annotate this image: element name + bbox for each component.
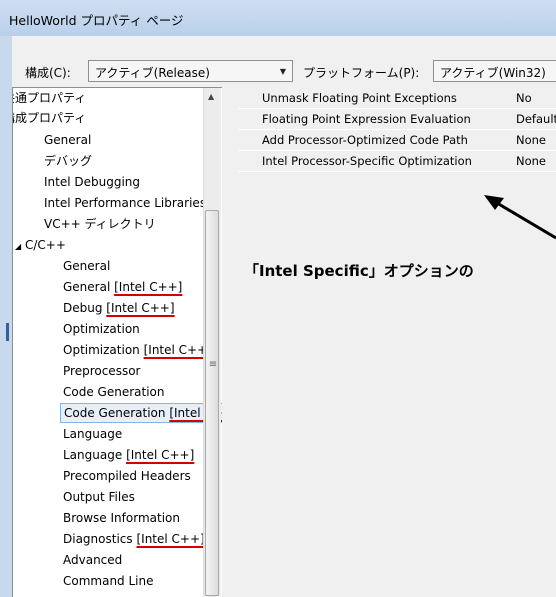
title-bar: HelloWorld プロパティ ページ	[0, 0, 556, 36]
window-title: HelloWorld プロパティ ページ	[9, 13, 184, 28]
grip-icon: ≡	[208, 359, 218, 370]
expander-icon[interactable]: ◢	[15, 242, 21, 251]
tree-item-advanced[interactable]: Advanced	[63, 550, 122, 570]
tree-item-intel-debugging[interactable]: Intel Debugging	[44, 172, 140, 192]
scrollbar-thumb[interactable]: ≡	[205, 210, 219, 596]
annotation-arrow	[484, 195, 556, 240]
tree-item-optimization-intel[interactable]: Optimization [Intel C++]	[63, 340, 212, 360]
tree-item-common-props[interactable]: 共通プロパティ	[13, 88, 86, 108]
config-value: アクティブ(Release)	[95, 66, 210, 80]
property-row[interactable]: Floating Point Expression Evaluation Def…	[238, 108, 556, 130]
property-value[interactable]: None	[516, 154, 546, 168]
tree-item-output-files[interactable]: Output Files	[63, 487, 135, 507]
tree-item-debug-intel[interactable]: Debug [Intel C++]	[63, 298, 175, 318]
tree-item-browse-information[interactable]: Browse Information	[63, 508, 180, 528]
tree-item-diagnostics-intel[interactable]: Diagnostics [Intel C++]	[63, 529, 205, 549]
tree-item-cpp-general[interactable]: General	[63, 256, 110, 276]
tree-item-debugging[interactable]: デバッグ	[44, 151, 92, 171]
tree-item-cpp-general-intel[interactable]: General [Intel C++]	[63, 277, 182, 297]
tree-item-config-props[interactable]: 構成プロパティ	[13, 108, 86, 128]
tree-item-optimization[interactable]: Optimization	[63, 319, 140, 339]
window-left-edge	[0, 36, 12, 597]
tree-item-general[interactable]: General	[44, 130, 91, 150]
property-value[interactable]: No	[516, 91, 532, 105]
property-row[interactable]: Add Processor-Optimized Code Path None	[238, 129, 556, 151]
edge-marker	[6, 323, 9, 341]
tree-item-code-generation[interactable]: Code Generation	[63, 382, 164, 402]
chevron-down-icon: ▼	[279, 67, 286, 76]
platform-dropdown[interactable]: アクティブ(Win32)	[433, 60, 556, 82]
property-name: Floating Point Expression Evaluation	[262, 112, 471, 126]
tree-item-command-line[interactable]: Command Line	[63, 571, 154, 591]
config-label: 構成(C):	[25, 66, 71, 80]
platform-label: プラットフォーム(P):	[303, 66, 420, 80]
tree-item-precompiled-headers[interactable]: Precompiled Headers	[63, 466, 191, 486]
property-row[interactable]: Intel Processor-Specific Optimization No…	[238, 150, 556, 172]
property-tree[interactable]: 共通プロパティ 構成プロパティ General デバッグ Intel Debug…	[12, 87, 222, 597]
tree-item-language-intel[interactable]: Language [Intel C++]	[63, 445, 194, 465]
tree-item-preprocessor[interactable]: Preprocessor	[63, 361, 140, 381]
config-dropdown[interactable]: アクティブ(Release) ▼	[88, 60, 293, 82]
platform-value: アクティブ(Win32)	[440, 66, 546, 80]
property-value[interactable]: None	[516, 133, 546, 147]
property-grid: Unmask Floating Point Exceptions No Floa…	[238, 87, 556, 182]
tree-item-code-generation-intel[interactable]: Code Generation [Intel C++]	[60, 403, 222, 423]
tree-item-intel-perf-libs[interactable]: Intel Performance Libraries	[44, 193, 206, 213]
property-row[interactable]: Unmask Floating Point Exceptions No	[238, 87, 556, 109]
property-name: Unmask Floating Point Exceptions	[262, 91, 457, 105]
tree-scrollbar[interactable]: ▲ ≡	[203, 88, 221, 597]
tree-item-cpp[interactable]: ◢ C/C++	[15, 235, 66, 255]
tree-item-language[interactable]: Language	[63, 424, 122, 444]
property-name: Add Processor-Optimized Code Path	[262, 133, 468, 147]
property-value[interactable]: Default	[516, 112, 556, 126]
scroll-up-icon[interactable]: ▲	[208, 92, 214, 101]
annotation-text: 「Intel Specific」オプションの	[244, 262, 474, 280]
property-name: Intel Processor-Specific Optimization	[262, 154, 472, 168]
tree-item-vc-dirs[interactable]: VC++ ディレクトリ	[44, 214, 156, 234]
